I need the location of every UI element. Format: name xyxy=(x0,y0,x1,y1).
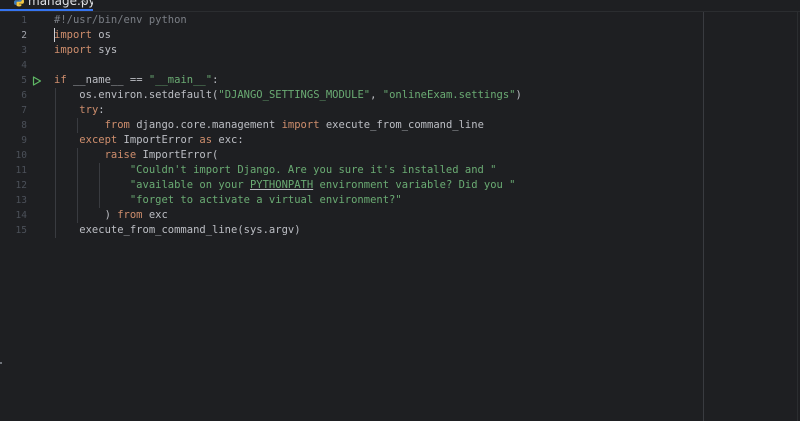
code-text: from django.core.management import execu… xyxy=(104,119,484,131)
line-number: 13 xyxy=(15,195,27,206)
code-line[interactable]: 14 ) from exc xyxy=(0,208,800,223)
code-line[interactable]: 4 xyxy=(0,58,800,73)
line-number: 11 xyxy=(15,165,27,176)
code-text: ) from exc xyxy=(54,209,168,221)
line-number: 5 xyxy=(21,75,27,86)
code-text: "forget to activate a virtual environmen… xyxy=(129,194,402,206)
code-line[interactable]: 2 import os xyxy=(0,28,800,43)
line-number: 6 xyxy=(21,90,27,101)
code-line[interactable]: 7 try: xyxy=(0,103,800,118)
line-number: 1 xyxy=(21,15,27,26)
code-text: execute_from_command_line(sys.argv) xyxy=(54,224,301,236)
text-caret xyxy=(54,28,55,42)
run-icon[interactable] xyxy=(32,75,42,86)
code-text: "available on your PYTHONPATH environmen… xyxy=(129,179,516,191)
line-number: 2 xyxy=(21,30,27,41)
line-number: 3 xyxy=(21,45,27,56)
code-text: #!/usr/bin/env python xyxy=(54,14,187,26)
python-file-icon xyxy=(14,0,24,7)
tab-close-icon[interactable]: × xyxy=(79,0,87,7)
code-line[interactable]: 11 "Couldn't import Django. Are you sure… xyxy=(0,163,800,178)
line-number: 10 xyxy=(15,150,27,161)
active-tab-indicator xyxy=(0,9,93,11)
code-text: try: xyxy=(79,104,105,116)
line-number: 9 xyxy=(21,135,27,146)
tab-manage-py[interactable]: manage.py × xyxy=(0,0,93,11)
code-line[interactable]: 10 raise ImportError( xyxy=(0,148,800,163)
code-line[interactable]: 9 except ImportError as exc: xyxy=(0,133,800,148)
splitter-handle[interactable] xyxy=(0,362,2,364)
code-line[interactable]: 15 execute_from_command_line(sys.argv) xyxy=(0,223,800,238)
editor-tab-bar: manage.py × xyxy=(0,0,800,12)
code-text: "Couldn't import Django. Are you sure it… xyxy=(129,164,497,176)
code-line[interactable]: 13 "forget to activate a virtual environ… xyxy=(0,193,800,208)
code-text: os.environ.setdefault("DJANGO_SETTINGS_M… xyxy=(54,89,522,101)
code-line[interactable]: 3 import sys xyxy=(0,43,800,58)
code-text: raise ImportError( xyxy=(104,149,219,161)
code-line[interactable]: 8 from django.core.management import exe… xyxy=(0,118,800,133)
code-line[interactable]: 12 "available on your PYTHONPATH environ… xyxy=(0,178,800,193)
line-number: 8 xyxy=(21,120,27,131)
line-number: 12 xyxy=(15,180,27,191)
code-line[interactable]: 6 os.environ.setdefault("DJANGO_SETTINGS… xyxy=(0,88,800,103)
line-number: 7 xyxy=(21,105,27,116)
line-number: 14 xyxy=(15,210,27,221)
code-text: if __name__ == "__main__": xyxy=(54,74,219,86)
line-number: 4 xyxy=(21,60,27,71)
code-line[interactable]: 5 if __name__ == "__main__": xyxy=(0,73,800,88)
line-number: 15 xyxy=(15,225,27,236)
code-text: import os xyxy=(54,29,111,41)
code-line[interactable]: 1 #!/usr/bin/env python xyxy=(0,13,800,28)
code-text: import sys xyxy=(54,44,118,56)
code-text: except ImportError as exc: xyxy=(79,134,244,146)
